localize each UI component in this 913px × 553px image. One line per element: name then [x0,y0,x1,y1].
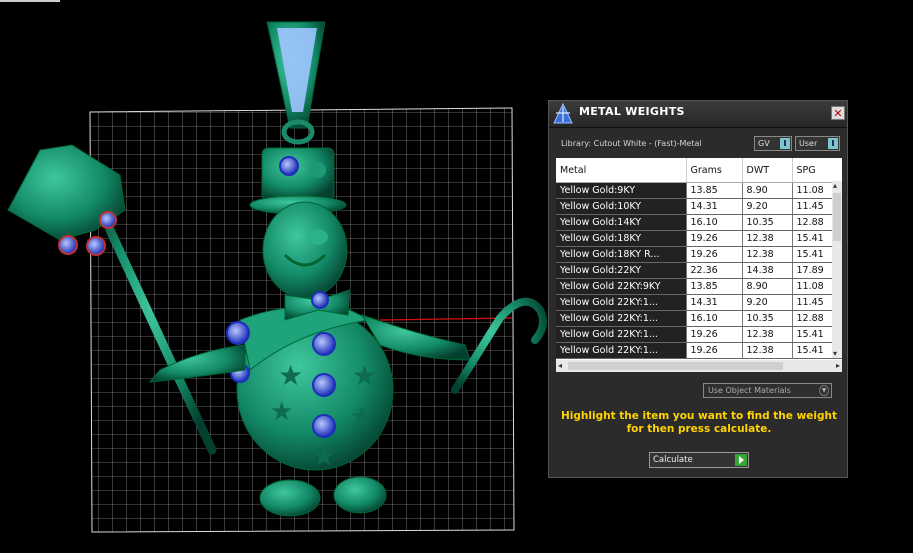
instruction-text: Highlight the item you want to find the … [561,410,837,435]
metal-cell[interactable]: Yellow Gold:10KY [556,198,687,215]
gv-toggle-knob[interactable]: I [780,138,790,149]
metal-cell[interactable]: Yellow Gold:22KY [556,262,687,279]
dwt-cell[interactable]: 10.35 [742,310,793,327]
metal-cell[interactable]: Yellow Gold:18KY R... [556,246,687,263]
grams-cell[interactable]: 19.26 [686,342,743,359]
svg-text:★: ★ [350,402,373,432]
grams-cell[interactable]: 14.31 [686,198,743,215]
grams-cell[interactable]: 14.31 [686,294,743,311]
metal-cell[interactable]: Yellow Gold 22KY:1... [556,342,687,359]
table-header-row: Metal Grams DWT SPG [556,158,842,183]
metal-cell[interactable]: Yellow Gold:14KY [556,214,687,231]
metal-cell[interactable]: Yellow Gold 22KY:9KY [556,278,687,295]
scroll-left-icon[interactable]: ◂ [558,361,562,370]
svg-text:★: ★ [352,359,377,392]
scroll-up-icon[interactable]: ▴ [833,181,837,190]
table-row[interactable]: Yellow Gold 22KY:9KY 13.85 8.90 11.08 [556,278,842,295]
play-icon[interactable] [735,454,747,466]
grams-cell[interactable]: 19.26 [686,230,743,247]
panel-title: METAL WEIGHTS [579,105,685,118]
scroll-right-icon[interactable]: ▸ [836,361,840,370]
grams-cell[interactable]: 13.85 [686,182,743,199]
table-row[interactable]: Yellow Gold:10KY 14.31 9.20 11.45 [556,198,842,215]
materials-dropdown-value: Use Object Materials [708,386,791,395]
close-button[interactable]: ✕ [831,106,845,120]
grams-cell[interactable]: 16.10 [686,310,743,327]
chevron-down-icon[interactable]: ▼ [819,385,829,396]
user-toggle[interactable]: User I [795,136,840,151]
library-label: Library: Cutout White - (Fast)-Metal [561,139,702,148]
dwt-cell[interactable]: 12.38 [742,246,793,263]
metal-table[interactable]: Metal Grams DWT SPG Yellow Gold:9KY 13.85… [556,158,842,360]
table-row[interactable]: Yellow Gold:18KY 19.26 12.38 15.41 [556,230,842,247]
scroll-down-icon[interactable]: ▾ [833,349,837,358]
metal-cell[interactable]: Yellow Gold 22KY:1... [556,326,687,343]
corner-marker [0,0,60,2]
dwt-cell[interactable]: 8.90 [742,278,793,295]
user-toggle-label: User [799,139,818,148]
table-row[interactable]: Yellow Gold 22KY:1... 14.31 9.20 11.45 [556,294,842,311]
gv-toggle-label: GV [758,139,770,148]
dwt-cell[interactable]: 9.20 [742,294,793,311]
column-header-spg[interactable]: SPG [792,158,842,183]
dwt-cell[interactable]: 12.38 [742,230,793,247]
gv-toggle[interactable]: GV I [754,136,792,151]
table-row[interactable]: Yellow Gold:14KY 16.10 10.35 12.88 [556,214,842,231]
metal-cell[interactable]: Yellow Gold:9KY [556,182,687,199]
close-icon[interactable]: ✕ [833,107,842,120]
grams-cell[interactable]: 19.26 [686,246,743,263]
dwt-cell[interactable]: 12.38 [742,342,793,359]
table-row[interactable]: Yellow Gold 22KY:1... 16.10 10.35 12.88 [556,310,842,327]
metal-cell[interactable]: Yellow Gold 22KY:1... [556,310,687,327]
calculate-label: Calculate [653,455,693,465]
table-horizontal-scrollbar[interactable]: ◂ ▸ [556,360,842,372]
column-header-grams[interactable]: Grams [686,158,743,183]
snowman-head [262,201,348,299]
svg-text:★: ★ [270,397,293,427]
column-header-dwt[interactable]: DWT [742,158,793,183]
dwt-cell[interactable]: 12.38 [742,326,793,343]
dwt-cell[interactable]: 9.20 [742,198,793,215]
table-vertical-scrollbar[interactable]: ▴ ▾ [832,181,842,358]
table-row[interactable]: Yellow Gold 22KY:1... 19.26 12.38 15.41 [556,342,842,359]
table-row[interactable]: Yellow Gold:22KY 22.36 14.38 17.89 [556,262,842,279]
dwt-cell[interactable]: 10.35 [742,214,793,231]
table-row[interactable]: Yellow Gold 22KY:1... 19.26 12.38 15.41 [556,326,842,343]
vertical-scroll-thumb[interactable] [833,193,841,241]
scale-icon [553,102,573,124]
svg-text:★: ★ [312,442,335,472]
metal-weights-panel: METAL WEIGHTS ✕ Library: Cutout White - … [548,100,848,478]
calculate-button[interactable]: Calculate [649,452,749,468]
dwt-cell[interactable]: 8.90 [742,182,793,199]
svg-text:★: ★ [278,359,303,392]
metal-cell[interactable]: Yellow Gold 22KY:1... [556,294,687,311]
grams-cell[interactable]: 13.85 [686,278,743,295]
panel-titlebar[interactable]: METAL WEIGHTS ✕ [549,101,847,128]
metal-cell[interactable]: Yellow Gold:18KY [556,230,687,247]
column-header-metal[interactable]: Metal [556,158,687,183]
grams-cell[interactable]: 16.10 [686,214,743,231]
materials-dropdown[interactable]: Use Object Materials ▼ [703,383,832,398]
dwt-cell[interactable]: 14.38 [742,262,793,279]
table-row[interactable]: Yellow Gold:9KY 13.85 8.90 11.08 [556,182,842,199]
table-row[interactable]: Yellow Gold:18KY R... 19.26 12.38 15.41 [556,246,842,263]
user-toggle-knob[interactable]: I [828,138,838,149]
grams-cell[interactable]: 22.36 [686,262,743,279]
grams-cell[interactable]: 19.26 [686,326,743,343]
horizontal-scroll-thumb[interactable] [568,362,783,370]
